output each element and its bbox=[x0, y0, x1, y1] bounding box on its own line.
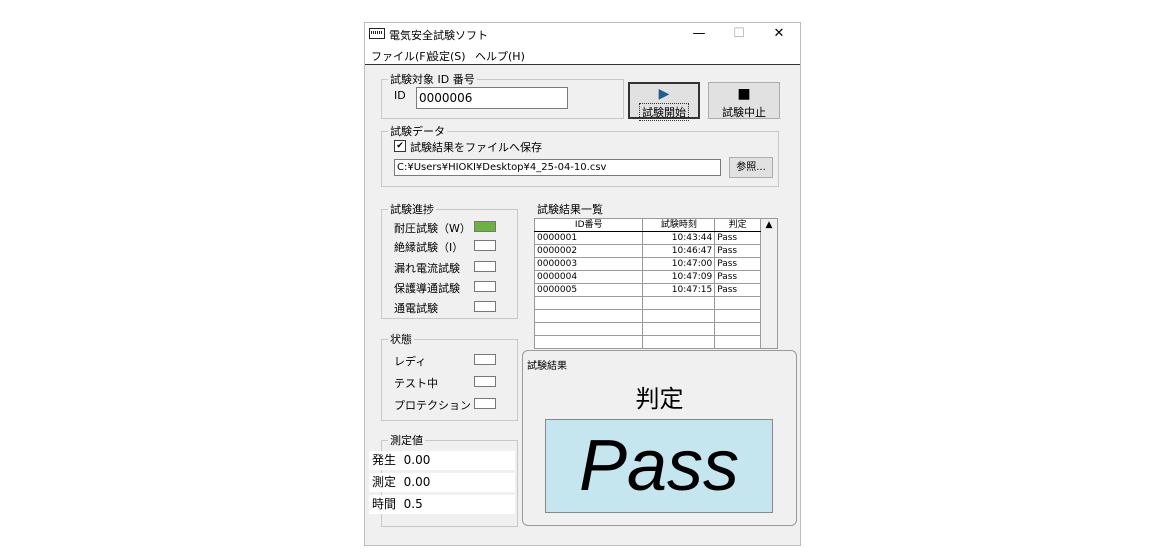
results-table: ID番号 試験時刻 判定 ▲ 0000001 10:43:44 Pass 00000… bbox=[533, 218, 778, 349]
status-label-protection: プロテクション bbox=[394, 399, 471, 412]
menu-bar: ファイル(F) 設定(S) ヘルプ(H) bbox=[365, 45, 800, 65]
table-row[interactable]: 0000005 10:47:15 Pass bbox=[533, 283, 778, 297]
results-header-row: ID番号 試験時刻 判定 ▲ bbox=[533, 218, 778, 349]
stop-test-button[interactable]: ■ 試験中止 bbox=[708, 82, 780, 119]
measure-row-time: 時間 0.5 bbox=[369, 495, 515, 514]
cell-id: 0000002 bbox=[533, 244, 644, 258]
status-legend: 状態 bbox=[390, 333, 412, 346]
menu-help[interactable]: ヘルプ(H) bbox=[475, 48, 525, 64]
measure-label-measured: 測定 bbox=[372, 475, 397, 489]
menu-file[interactable]: ファイル(F) bbox=[371, 48, 430, 64]
measure-value-measured: 0.00 bbox=[403, 475, 431, 489]
cell-time: 10:46:47 bbox=[642, 244, 716, 258]
popup-title: 試験結果 bbox=[527, 361, 567, 372]
cell-id: 0000001 bbox=[533, 231, 644, 245]
measurement-legend: 測定値 bbox=[390, 434, 423, 447]
measure-label-generated: 発生 bbox=[372, 453, 397, 467]
cell-verdict: Pass bbox=[714, 257, 762, 271]
play-icon: ▶ bbox=[658, 86, 670, 102]
progress-indicator-insulation bbox=[474, 240, 496, 251]
measure-label-time: 時間 bbox=[372, 497, 397, 511]
browse-button[interactable]: 参照... bbox=[729, 157, 773, 178]
table-row-empty[interactable] bbox=[533, 296, 778, 310]
target-id-legend: 試験対象 ID 番号 bbox=[390, 73, 475, 86]
status-indicator-protection bbox=[474, 398, 496, 409]
cell-time: 10:47:09 bbox=[642, 270, 716, 284]
cell-id: 0000004 bbox=[533, 270, 644, 284]
test-data-legend: 試験データ bbox=[390, 125, 445, 138]
cell-verdict: Pass bbox=[714, 270, 762, 284]
cell-id: 0000003 bbox=[533, 257, 644, 271]
window-title: 電気安全試験ソフト bbox=[389, 29, 488, 42]
table-row-empty[interactable] bbox=[533, 322, 778, 336]
menu-settings[interactable]: 設定(S) bbox=[428, 48, 466, 64]
id-input[interactable]: 0000006 bbox=[416, 87, 568, 109]
test-progress-legend: 試験進捗 bbox=[390, 203, 434, 216]
app-window: 電気安全試験ソフト — ☐ ✕ ファイル(F) 設定(S) ヘルプ(H) 試験対… bbox=[364, 22, 801, 546]
measure-value-generated: 0.00 bbox=[403, 453, 431, 467]
start-test-button[interactable]: ▶ 試験開始 bbox=[628, 82, 700, 121]
cell-time: 10:47:15 bbox=[642, 283, 716, 297]
cell-verdict: Pass bbox=[714, 283, 762, 297]
popup-heading: 判定 bbox=[635, 385, 684, 413]
measure-row-generated: 発生 0.00 bbox=[369, 451, 515, 470]
result-popup: 試験結果 判定 Pass bbox=[522, 350, 797, 526]
progress-indicator-protective-bond bbox=[474, 281, 496, 292]
save-checkbox[interactable]: ✔ bbox=[394, 140, 406, 152]
results-scrollbar[interactable]: ▲ bbox=[760, 218, 778, 349]
status-indicator-testing bbox=[474, 376, 496, 387]
stop-test-label: 試験中止 bbox=[722, 106, 766, 119]
table-row[interactable]: 0000003 10:47:00 Pass bbox=[533, 257, 778, 271]
table-row[interactable]: 0000002 10:46:47 Pass bbox=[533, 244, 778, 258]
progress-indicator-withstand bbox=[474, 221, 496, 232]
results-header-time[interactable]: 試験時刻 bbox=[642, 218, 716, 232]
table-row-empty[interactable] bbox=[533, 335, 778, 349]
cell-time: 10:47:00 bbox=[642, 257, 716, 271]
results-title: 試験結果一覧 bbox=[537, 203, 603, 216]
stop-icon: ■ bbox=[737, 86, 751, 102]
cell-verdict: Pass bbox=[714, 244, 762, 258]
results-header-verdict[interactable]: 判定 bbox=[714, 218, 762, 232]
progress-indicator-leakage bbox=[474, 261, 496, 272]
progress-label-insulation: 絶縁試験（I） bbox=[394, 241, 464, 254]
status-indicator-ready bbox=[474, 354, 496, 365]
progress-label-leakage: 漏れ電流試験 bbox=[394, 262, 460, 275]
progress-label-power-on: 通電試験 bbox=[394, 302, 438, 315]
scroll-up-icon[interactable]: ▲ bbox=[766, 220, 773, 230]
cell-verdict: Pass bbox=[714, 231, 762, 245]
save-checkbox-label: 試験結果をファイルへ保存 bbox=[410, 141, 542, 154]
status-label-testing: テスト中 bbox=[394, 377, 438, 390]
verdict-display: Pass bbox=[545, 419, 773, 513]
cell-id: 0000005 bbox=[533, 283, 644, 297]
table-row[interactable]: 0000001 10:43:44 Pass bbox=[533, 231, 778, 245]
progress-label-withstand: 耐圧試験（W） bbox=[394, 222, 471, 235]
test-data-group: 試験データ bbox=[381, 123, 779, 187]
app-icon bbox=[369, 28, 385, 39]
cell-time: 10:43:44 bbox=[642, 231, 716, 245]
title-bar: 電気安全試験ソフト — ☐ ✕ bbox=[365, 23, 800, 45]
minimize-button[interactable]: — bbox=[679, 23, 719, 45]
measure-row-measured: 測定 0.00 bbox=[369, 473, 515, 492]
maximize-button[interactable]: ☐ bbox=[719, 23, 759, 45]
measure-value-time: 0.5 bbox=[403, 497, 423, 511]
progress-label-protective-bond: 保護導通試験 bbox=[394, 282, 460, 295]
progress-indicator-power-on bbox=[474, 301, 496, 312]
table-row-empty[interactable] bbox=[533, 309, 778, 323]
close-button[interactable]: ✕ bbox=[759, 23, 799, 45]
results-header-id[interactable]: ID番号 bbox=[533, 218, 644, 232]
id-label: ID bbox=[394, 89, 406, 102]
status-label-ready: レディ bbox=[394, 355, 427, 368]
table-row[interactable]: 0000004 10:47:09 Pass bbox=[533, 270, 778, 284]
start-test-label: 試験開始 bbox=[639, 103, 689, 121]
save-path-input[interactable]: C:¥Users¥HIOKI¥Desktop¥4_25-04-10.csv bbox=[394, 159, 721, 176]
